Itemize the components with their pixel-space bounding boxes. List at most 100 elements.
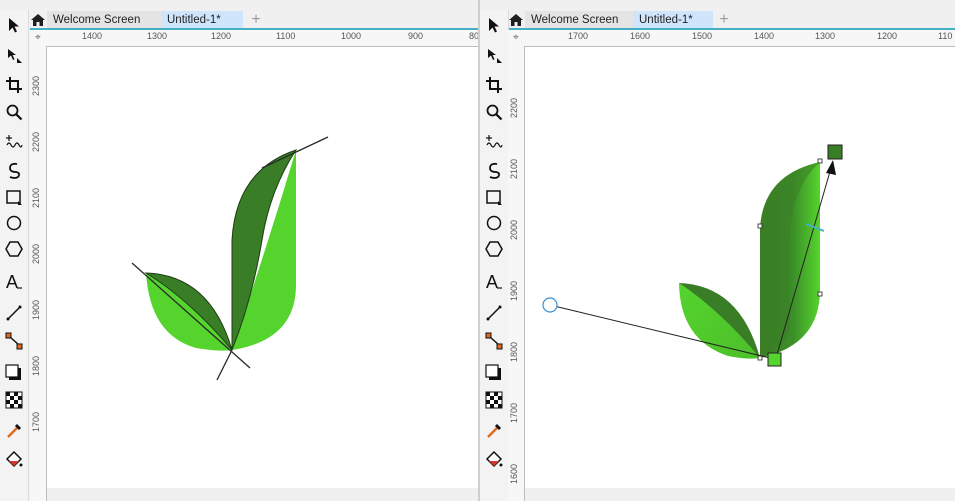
gradient-angle-handle[interactable]: [542, 297, 558, 313]
selection-node[interactable]: [757, 223, 763, 229]
ellipse-tool[interactable]: [485, 214, 503, 232]
vruler-label: 2200: [509, 97, 519, 118]
vruler-label: 1900: [31, 299, 41, 320]
ellipse-tool-icon: [486, 215, 502, 231]
hruler-label: 1600: [630, 31, 651, 41]
parallel-dimension[interactable]: [485, 304, 503, 322]
eyedropper-tool-icon: [7, 423, 22, 438]
drop-shadow[interactable]: [485, 364, 503, 382]
polygon-tool[interactable]: [485, 240, 503, 258]
leaf-artwork[interactable]: [47, 47, 478, 488]
text-tool[interactable]: A: [5, 272, 23, 290]
transparency-tool[interactable]: [485, 391, 503, 409]
artistic-media-icon: [9, 162, 21, 179]
horizontal-ruler[interactable]: 1700 1600 1500 1400 1300 1200 110: [524, 30, 955, 47]
toolbox: A: [0, 10, 29, 501]
transparency-tool[interactable]: [5, 391, 23, 409]
connector-tool[interactable]: [5, 332, 23, 350]
text-tool-icon: A: [6, 272, 22, 290]
crop-tool[interactable]: [485, 76, 503, 94]
ruler-origin[interactable]: ⌖: [508, 30, 525, 47]
text-tool-icon: A: [486, 272, 502, 290]
guide-line[interactable]: [216, 349, 233, 381]
drop-shadow[interactable]: [5, 364, 23, 382]
home-icon[interactable]: [508, 13, 524, 27]
crop-tool-icon: [486, 77, 502, 93]
vruler-label: 2200: [31, 131, 41, 152]
freehand-tool[interactable]: [485, 133, 503, 151]
transparency-tool-icon: [5, 391, 23, 409]
selection-node[interactable]: [757, 355, 763, 361]
hruler-label: 1700: [568, 31, 589, 41]
shape-tool-icon: [488, 49, 502, 63]
vruler-label: 2100: [31, 187, 41, 208]
left-document-window: Welcome Screen Untitled-1* + A ⌖ 1400 13…: [0, 0, 478, 501]
parallel-dimension[interactable]: [5, 304, 23, 322]
document-tab-bar: Welcome Screen Untitled-1* +: [480, 9, 955, 30]
hruler-label: 1400: [82, 31, 103, 41]
crop-tool[interactable]: [5, 76, 23, 94]
ellipse-tool[interactable]: [5, 214, 23, 232]
shape-tool[interactable]: [5, 46, 23, 64]
leaf-left-light[interactable]: [146, 273, 232, 351]
connector-tool-icon: [485, 332, 503, 350]
vruler-label: 2000: [509, 219, 519, 240]
rectangle-tool-icon: [6, 190, 22, 205]
rectangle-tool[interactable]: [485, 188, 503, 206]
vruler-label: 1800: [31, 355, 41, 376]
selection-node[interactable]: [817, 291, 823, 297]
horizontal-ruler[interactable]: 1400 1300 1200 1100 1000 900 80: [46, 30, 478, 47]
pick-tool[interactable]: [5, 16, 23, 34]
zoom-tool[interactable]: [485, 103, 503, 121]
connector-tool[interactable]: [485, 332, 503, 350]
freehand-tool-icon: [6, 135, 23, 148]
pick-tool[interactable]: [485, 16, 503, 34]
shape-tool[interactable]: [485, 46, 503, 64]
toolbox: A: [480, 10, 509, 501]
vertical-ruler[interactable]: 2300 2200 2100 2000 1900 1800 1700: [30, 46, 47, 501]
shape-tool-icon: [8, 49, 22, 63]
drawing-canvas[interactable]: [47, 47, 478, 488]
ellipse-tool-icon: [6, 215, 22, 231]
drawing-canvas[interactable]: [525, 47, 955, 488]
leaf-left-light[interactable]: [679, 283, 760, 359]
polygon-tool-icon: [5, 241, 23, 257]
vruler-label: 2000: [31, 243, 41, 264]
eyedropper-tool[interactable]: [5, 422, 23, 440]
hruler-label: 1200: [211, 31, 232, 41]
text-tool[interactable]: A: [485, 272, 503, 290]
zoom-tool[interactable]: [5, 103, 23, 121]
hruler-label: 1300: [815, 31, 836, 41]
interactive-fill[interactable]: [5, 450, 23, 468]
hruler-label: 110: [938, 31, 953, 41]
eyedropper-tool-icon: [487, 423, 502, 438]
svg-text:A: A: [6, 272, 18, 290]
parallel-dimension-icon: [486, 305, 502, 321]
vruler-label: 1600: [509, 463, 519, 484]
artistic-media[interactable]: [5, 161, 23, 179]
artistic-media[interactable]: [485, 161, 503, 179]
eyedropper-tool[interactable]: [485, 422, 503, 440]
vruler-label: 1700: [31, 411, 41, 432]
hruler-label: 1400: [754, 31, 775, 41]
document-tab-bar: Welcome Screen Untitled-1* +: [0, 9, 478, 30]
polygon-tool[interactable]: [5, 240, 23, 258]
gradient-start-node[interactable]: [767, 352, 782, 367]
interactive-fill[interactable]: [485, 450, 503, 468]
gradient-arrowhead: [826, 160, 836, 175]
leaf-artwork-gradient[interactable]: [525, 47, 955, 488]
svg-text:A: A: [486, 272, 498, 290]
transparency-tool-icon: [485, 391, 503, 409]
vruler-label: 1900: [509, 280, 519, 301]
plus-icon[interactable]: +: [248, 12, 264, 28]
drop-shadow-icon: [5, 364, 21, 380]
gradient-end-node[interactable]: [827, 144, 843, 160]
interactive-fill-icon: [485, 450, 503, 468]
home-icon[interactable]: [30, 13, 46, 27]
rectangle-tool[interactable]: [5, 188, 23, 206]
ruler-origin[interactable]: ⌖: [30, 30, 47, 47]
selection-node[interactable]: [817, 158, 823, 164]
plus-icon[interactable]: +: [716, 12, 732, 28]
vertical-ruler[interactable]: 2200 2100 2000 1900 1800 1700 1600: [508, 46, 525, 501]
freehand-tool[interactable]: [5, 133, 23, 151]
